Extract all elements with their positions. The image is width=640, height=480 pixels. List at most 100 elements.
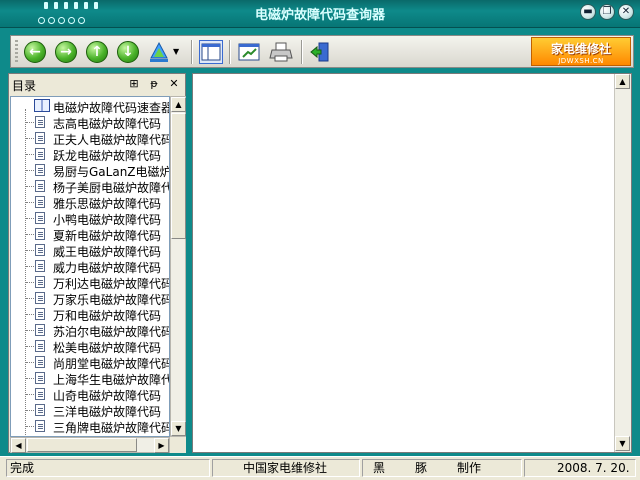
tree-connector [26, 394, 34, 395]
locate-dropdown-arrow-icon[interactable]: ▼ [173, 40, 183, 64]
document-icon [35, 276, 45, 288]
pane-close-icon[interactable]: ✕ [167, 77, 181, 90]
down-arrow-icon: ↓ [117, 41, 139, 63]
status-org: 中国家电维修社 [212, 459, 360, 477]
tree-scroll-thumb[interactable] [171, 113, 186, 239]
status-credit: 黑 豚 制作 [362, 459, 522, 477]
status-made: 制作 [457, 461, 482, 475]
tree-connector [26, 298, 34, 299]
document-icon [35, 228, 45, 240]
tree-item-label: 夏新电磁炉故障代码 [53, 229, 162, 243]
contents-tree[interactable]: 电磁炉故障代码速查器 志高电磁炉故障代码 正夫人电磁炉故障代码 跃龙电磁炉故障代码易… [10, 96, 170, 437]
contents-pane: 目录 ⊞ ᵽ ✕ 电磁炉故障代码速查器 志高电磁炉故障代码 正夫人电磁炉故障代码跃… [8, 73, 186, 453]
toggle-contents-button[interactable] [199, 40, 223, 64]
tree-item-label: 上海华生电磁炉故障代 [53, 373, 170, 387]
toolbar-frame: ← → ↑ ↓ ▼ 家电维修社 JDWXSH.CN [0, 28, 640, 70]
tree-connector [26, 154, 34, 155]
open-url-button[interactable] [237, 40, 261, 64]
printer-icon [269, 42, 293, 62]
document-icon [35, 244, 45, 256]
scroll-down-arrow-icon[interactable]: ▼ [171, 421, 186, 436]
book-icon [34, 99, 50, 112]
tree-horizontal-scrollbar[interactable]: ◀ ▶ [10, 437, 170, 453]
tree-item-label: 万利达电磁炉故障代码 [53, 277, 170, 291]
document-icon [35, 164, 45, 176]
tree-item-label: 威王电磁炉故障代码 [53, 245, 162, 259]
toolbar-separator [301, 40, 303, 64]
close-button[interactable]: ✕ [618, 4, 634, 20]
content-view[interactable]: ▲ ▼ [192, 73, 632, 453]
document-icon [35, 260, 45, 272]
status-date: 2008. 7. 20. [524, 459, 636, 477]
brand-logo: 家电维修社 JDWXSH.CN [531, 37, 631, 66]
content-scroll-up-arrow-icon[interactable]: ▲ [615, 74, 630, 89]
contents-pane-title: 目录 [12, 79, 37, 93]
toolbar-separator [191, 40, 193, 64]
document-icon [35, 340, 45, 352]
document-icon [35, 132, 45, 144]
window-title: 电磁炉故障代码查询器 [254, 8, 385, 23]
toolbar-separator [229, 40, 231, 64]
tree-item-label: 三角牌电磁炉故障代码 [53, 421, 170, 435]
document-icon [35, 212, 45, 224]
status-bar: 完成 中国家电维修社 黑 豚 制作 2008. 7. 20. [0, 456, 640, 480]
content-vertical-scrollbar[interactable]: ▲ ▼ [614, 74, 631, 452]
web-window-icon [238, 43, 260, 61]
document-icon [35, 372, 45, 384]
pane-float-icon[interactable]: ⊞ [127, 77, 141, 90]
tree-connector [26, 122, 34, 123]
tree-item-label: 万家乐电磁炉故障代码 [53, 293, 170, 307]
tree-connector [26, 234, 34, 235]
tree-connector [26, 410, 34, 411]
status-text: 完成 [6, 459, 210, 477]
tree-item-label: 易厨与GaLanZ电磁炉故 [53, 165, 169, 179]
restore-button[interactable]: ❐ [599, 4, 615, 20]
tree-connector [26, 426, 34, 427]
document-icon [35, 196, 45, 208]
tree-item-label: 山奇电磁炉故障代码 [53, 389, 162, 403]
tree-item-label: 三洋电磁炉故障代码 [53, 405, 162, 419]
tree-item-label: 小鸭电磁炉故障代码 [53, 213, 162, 227]
exit-button[interactable] [309, 40, 333, 64]
tree-item-label: 万和电磁炉故障代码 [53, 309, 162, 323]
tree-item-label: 松美电磁炉故障代码 [53, 341, 162, 355]
tree-item-label: 雅乐思磁炉故障代码 [53, 197, 162, 211]
document-icon [35, 356, 45, 368]
toolbar-grip[interactable] [15, 40, 18, 64]
back-button[interactable]: ← [23, 40, 47, 64]
pane-pin-icon[interactable]: ᵽ [147, 77, 161, 90]
down-button[interactable]: ↓ [116, 40, 140, 64]
contents-pane-header: 目录 ⊞ ᵽ ✕ [9, 74, 185, 94]
tree-item-label: 志高电磁炉故障代码 [53, 117, 162, 131]
scroll-left-arrow-icon[interactable]: ◀ [11, 438, 26, 453]
tree-connector [26, 250, 34, 251]
scroll-right-arrow-icon[interactable]: ▶ [154, 438, 169, 453]
minimize-button[interactable]: ▬ [580, 4, 596, 20]
tree-root-label: 电磁炉故障代码速查器 [53, 101, 170, 115]
tree-hscroll-thumb[interactable] [27, 438, 137, 452]
forward-button[interactable]: → [54, 40, 78, 64]
locate-button[interactable] [147, 40, 171, 64]
toolbar: ← → ↑ ↓ ▼ 家电维修社 JDWXSH.CN [10, 35, 634, 68]
tree-connector [26, 170, 34, 171]
document-icon [35, 180, 45, 192]
tree-connector [26, 346, 34, 347]
up-button[interactable]: ↑ [85, 40, 109, 64]
tree-vertical-scrollbar[interactable]: ▲ ▼ [170, 96, 186, 437]
tree-connector [26, 186, 34, 187]
exit-door-icon [310, 42, 329, 62]
content-scroll-down-arrow-icon[interactable]: ▼ [615, 436, 630, 451]
tree-connector [26, 266, 34, 267]
document-icon [35, 324, 45, 336]
print-button[interactable] [269, 40, 293, 64]
document-icon [35, 388, 45, 400]
up-arrow-icon: ↑ [86, 41, 108, 63]
main-frame: 目录 ⊞ ᵽ ✕ 电磁炉故障代码速查器 志高电磁炉故障代码 正夫人电磁炉故障代码跃… [0, 70, 640, 456]
document-icon [35, 292, 45, 304]
scroll-up-arrow-icon[interactable]: ▲ [171, 97, 186, 112]
forward-arrow-icon: → [55, 41, 77, 63]
tree-item-label: 跃龙电磁炉故障代码 [53, 149, 162, 163]
status-author-first: 黑 [373, 461, 386, 475]
back-arrow-icon: ← [24, 41, 46, 63]
locate-icon [150, 41, 168, 62]
